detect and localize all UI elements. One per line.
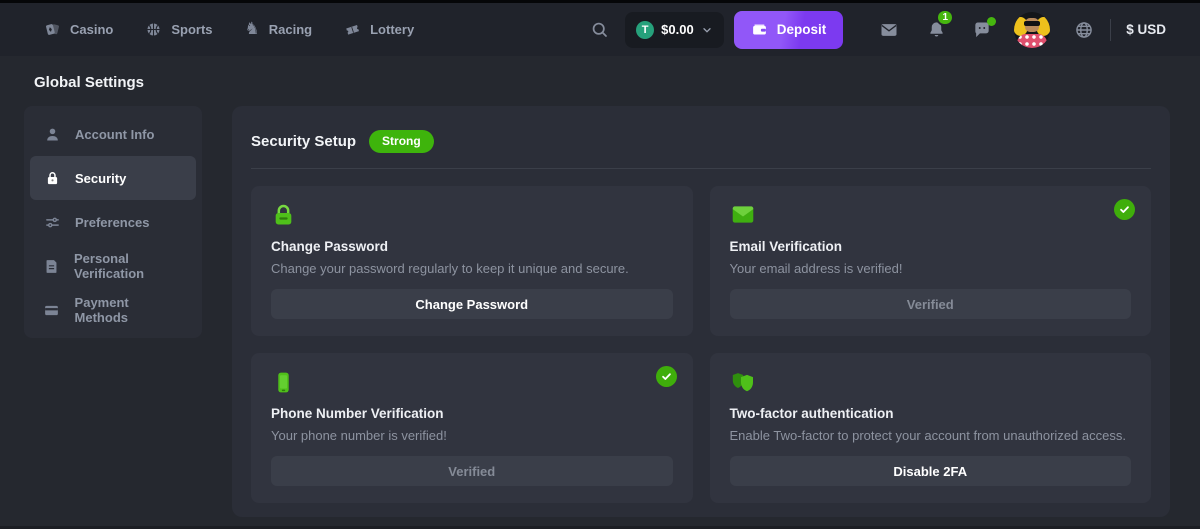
sidebar-item-label: Security bbox=[75, 171, 126, 186]
deposit-label: Deposit bbox=[777, 22, 827, 37]
document-icon bbox=[43, 258, 60, 275]
sidebar-item-label: Account Info bbox=[75, 127, 154, 142]
security-setup-panel: Security Setup Strong Change Password Ch… bbox=[232, 106, 1170, 517]
shields-green-icon bbox=[730, 368, 1132, 395]
tether-coin-icon: T bbox=[636, 21, 654, 39]
envelope-green-icon bbox=[730, 201, 1132, 228]
nav-racing[interactable]: ♞ Racing bbox=[245, 21, 313, 38]
credit-card-icon bbox=[43, 302, 61, 319]
sidebar-item-label: Preferences bbox=[75, 215, 149, 230]
currency-label: $ USD bbox=[1126, 22, 1166, 37]
basketball-icon bbox=[145, 21, 162, 38]
sidebar-item-payment-methods[interactable]: Payment Methods bbox=[30, 288, 196, 332]
nav-lottery[interactable]: Lottery bbox=[344, 21, 414, 38]
security-strength-badge: Strong bbox=[369, 130, 434, 153]
deposit-button[interactable]: Deposit bbox=[734, 11, 844, 49]
sidebar-item-preferences[interactable]: Preferences bbox=[30, 200, 196, 244]
verified-check-icon bbox=[1114, 199, 1135, 220]
card-title: Change Password bbox=[271, 239, 673, 254]
card-title: Two-factor authentication bbox=[730, 406, 1132, 421]
lottery-ticket-icon bbox=[344, 21, 361, 38]
disable-2fa-button[interactable]: Disable 2FA bbox=[730, 456, 1132, 486]
sidebar-item-label: Personal Verification bbox=[74, 251, 183, 281]
top-navbar: Casino Sports ♞ Racing Lottery bbox=[0, 0, 1200, 56]
chevron-down-icon bbox=[701, 24, 713, 36]
nav-casino[interactable]: Casino bbox=[44, 21, 113, 38]
sidebar-item-security[interactable]: Security bbox=[30, 156, 196, 200]
user-avatar[interactable] bbox=[1014, 12, 1050, 48]
search-icon[interactable] bbox=[590, 20, 609, 39]
panel-title: Security Setup bbox=[251, 133, 356, 150]
padlock-green-icon bbox=[271, 201, 673, 228]
sidebar-item-personal-verification[interactable]: Personal Verification bbox=[30, 244, 196, 288]
mail-icon[interactable] bbox=[879, 20, 899, 40]
panel-header: Security Setup Strong bbox=[251, 130, 1151, 153]
security-cards-grid: Change Password Change your password reg… bbox=[251, 186, 1151, 503]
nav-label: Lottery bbox=[370, 22, 414, 37]
change-password-card: Change Password Change your password reg… bbox=[251, 186, 693, 336]
settings-sidebar: Account Info Security Preferences Person… bbox=[24, 106, 202, 338]
globe-language-icon[interactable] bbox=[1074, 20, 1094, 40]
nav-label: Casino bbox=[70, 22, 113, 37]
two-factor-card: Two-factor authentication Enable Two-fac… bbox=[710, 353, 1152, 503]
chat-online-dot bbox=[987, 17, 996, 26]
topbar-right: T $0.00 Deposit 1 bbox=[590, 11, 1166, 49]
sidebar-item-account-info[interactable]: Account Info bbox=[30, 112, 196, 156]
person-icon bbox=[43, 126, 61, 143]
sliders-icon bbox=[43, 214, 61, 231]
phone-verification-card: Phone Number Verification Your phone num… bbox=[251, 353, 693, 503]
nav-label: Racing bbox=[269, 22, 312, 37]
phone-verified-button[interactable]: Verified bbox=[271, 456, 673, 486]
nav-sports[interactable]: Sports bbox=[145, 21, 212, 38]
page-title: Global Settings bbox=[34, 74, 144, 91]
card-title: Phone Number Verification bbox=[271, 406, 673, 421]
card-description: Change your password regularly to keep i… bbox=[271, 261, 673, 276]
notifications-button[interactable]: 1 bbox=[927, 20, 946, 39]
sidebar-item-label: Payment Methods bbox=[75, 295, 183, 325]
currency-selector[interactable]: $ USD bbox=[1126, 22, 1166, 37]
notification-count-badge: 1 bbox=[936, 9, 954, 26]
horse-racing-icon: ♞ bbox=[245, 21, 260, 38]
topbar-divider bbox=[1110, 19, 1111, 41]
app-root: Casino Sports ♞ Racing Lottery bbox=[0, 0, 1200, 529]
verified-check-icon bbox=[656, 366, 677, 387]
email-verification-card: Email Verification Your email address is… bbox=[710, 186, 1152, 336]
panel-divider bbox=[251, 168, 1151, 169]
card-description: Your phone number is verified! bbox=[271, 428, 673, 443]
card-description: Your email address is verified! bbox=[730, 261, 1132, 276]
card-description: Enable Two-factor to protect your accoun… bbox=[730, 428, 1132, 443]
email-verified-button[interactable]: Verified bbox=[730, 289, 1132, 319]
lock-icon bbox=[43, 170, 61, 187]
card-title: Email Verification bbox=[730, 239, 1132, 254]
primary-nav: Casino Sports ♞ Racing Lottery bbox=[44, 21, 414, 38]
wallet-icon bbox=[751, 21, 768, 38]
chat-button[interactable] bbox=[972, 20, 992, 40]
nav-label: Sports bbox=[171, 22, 212, 37]
wallet-balance-dropdown[interactable]: T $0.00 bbox=[625, 12, 724, 48]
change-password-button[interactable]: Change Password bbox=[271, 289, 673, 319]
balance-amount: $0.00 bbox=[661, 22, 694, 37]
casino-cards-icon bbox=[44, 21, 61, 38]
phone-green-icon bbox=[271, 368, 673, 395]
